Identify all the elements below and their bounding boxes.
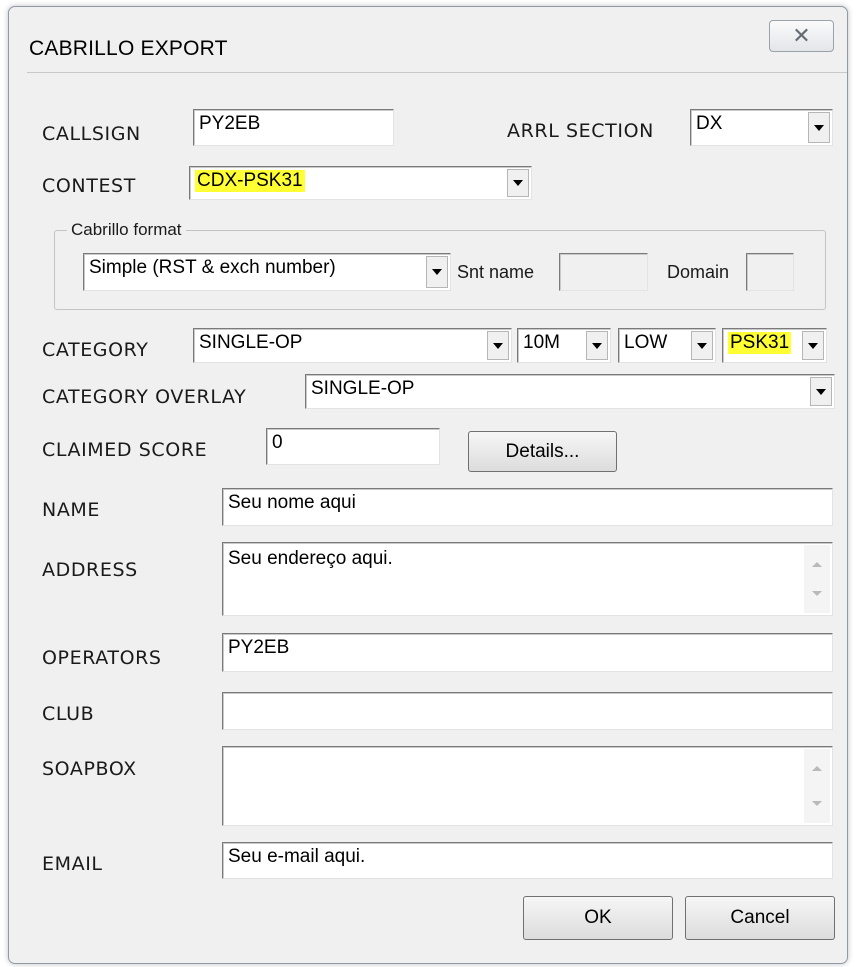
contest-dropdown-button[interactable] — [507, 169, 529, 197]
chevron-down-icon — [697, 342, 707, 349]
category-power-select[interactable]: LOW — [618, 328, 716, 363]
category-band-value: 10M — [523, 332, 560, 353]
soapbox-textarea[interactable] — [222, 746, 833, 826]
operators-label: OPERATORS — [42, 647, 162, 669]
category-overlay-value: SINGLE-OP — [311, 378, 415, 399]
contest-value: CDX-PSK31 — [195, 170, 305, 192]
chevron-down-icon — [814, 124, 824, 131]
email-label: EMAIL — [42, 853, 103, 875]
arrl-section-label: ARRL SECTION — [507, 120, 654, 142]
scroll-up-icon[interactable] — [812, 766, 822, 771]
name-label: NAME — [42, 499, 101, 521]
close-button[interactable]: ✕ — [769, 20, 834, 52]
domain-input[interactable] — [746, 253, 794, 291]
category-overlay-label: CATEGORY OVERLAY — [42, 386, 247, 408]
category-label: CATEGORY — [42, 339, 149, 361]
contest-select[interactable]: CDX-PSK31 — [189, 166, 532, 200]
callsign-input[interactable]: PY2EB — [193, 109, 394, 146]
email-input[interactable]: Seu e-mail aqui. — [222, 842, 833, 879]
cabrillo-format-value: Simple (RST & exch number) — [89, 257, 336, 278]
chevron-down-icon — [432, 269, 442, 275]
chevron-down-icon — [816, 388, 826, 395]
chevron-down-icon — [513, 180, 523, 186]
category-overlay-dropdown-button[interactable] — [810, 377, 832, 406]
details-button[interactable]: Details... — [468, 431, 617, 472]
category-operator-dropdown-button[interactable] — [487, 331, 509, 360]
category-mode-value: PSK31 — [728, 332, 792, 354]
category-operator-select[interactable]: SINGLE-OP — [193, 328, 512, 363]
club-label: CLUB — [42, 703, 95, 725]
ok-button[interactable]: OK — [523, 896, 673, 940]
chevron-down-icon — [493, 342, 503, 349]
cabrillo-format-dropdown-button[interactable] — [426, 256, 448, 288]
category-power-value: LOW — [624, 332, 668, 353]
soapbox-label: SOAPBOX — [42, 758, 137, 780]
claimed-score-input[interactable]: 0 — [266, 428, 440, 465]
cabrillo-format-select[interactable]: Simple (RST & exch number) — [83, 253, 451, 291]
category-power-dropdown-button[interactable] — [691, 331, 713, 360]
club-input[interactable] — [222, 692, 833, 730]
chevron-down-icon — [592, 342, 602, 349]
snt-name-input[interactable] — [559, 253, 648, 291]
close-icon: ✕ — [792, 23, 811, 48]
operators-input[interactable]: PY2EB — [222, 633, 833, 672]
snt-name-label: Snt name — [457, 262, 535, 282]
arrl-section-value: DX — [696, 113, 723, 134]
cabrillo-format-group-label: Cabrillo format — [67, 220, 186, 240]
address-text: Seu endereço aqui. — [228, 548, 393, 569]
address-scrollbar[interactable] — [804, 545, 830, 613]
contest-label: CONTEST — [42, 175, 136, 197]
soapbox-scrollbar[interactable] — [804, 749, 830, 823]
cabrillo-export-dialog: CABRILLO EXPORT ✕ CALLSIGN PY2EB ARRL SE… — [8, 6, 848, 964]
address-textarea[interactable]: Seu endereço aqui. — [222, 542, 833, 616]
scroll-down-icon[interactable] — [812, 801, 822, 806]
arrl-section-dropdown-button[interactable] — [808, 112, 830, 143]
claimed-score-label: CLAIMED SCORE — [42, 439, 208, 461]
dialog-title: CABRILLO EXPORT — [29, 37, 228, 60]
domain-label: Domain — [667, 262, 730, 282]
callsign-label: CALLSIGN — [42, 123, 141, 145]
dialog-content: CALLSIGN PY2EB ARRL SECTION DX CONTEST C… — [27, 72, 847, 958]
scroll-up-icon[interactable] — [812, 562, 822, 567]
cancel-button[interactable]: Cancel — [685, 896, 835, 940]
arrl-section-select[interactable]: DX — [690, 109, 833, 146]
scroll-down-icon[interactable] — [812, 591, 822, 596]
chevron-down-icon — [808, 342, 818, 349]
name-input[interactable]: Seu nome aqui — [222, 488, 833, 526]
category-overlay-select[interactable]: SINGLE-OP — [305, 374, 835, 409]
address-label: ADDRESS — [42, 559, 138, 581]
category-operator-value: SINGLE-OP — [199, 332, 303, 353]
category-band-select[interactable]: 10M — [517, 328, 611, 363]
category-mode-dropdown-button[interactable] — [802, 331, 824, 360]
category-mode-select[interactable]: PSK31 — [722, 328, 827, 363]
category-band-dropdown-button[interactable] — [586, 331, 608, 360]
